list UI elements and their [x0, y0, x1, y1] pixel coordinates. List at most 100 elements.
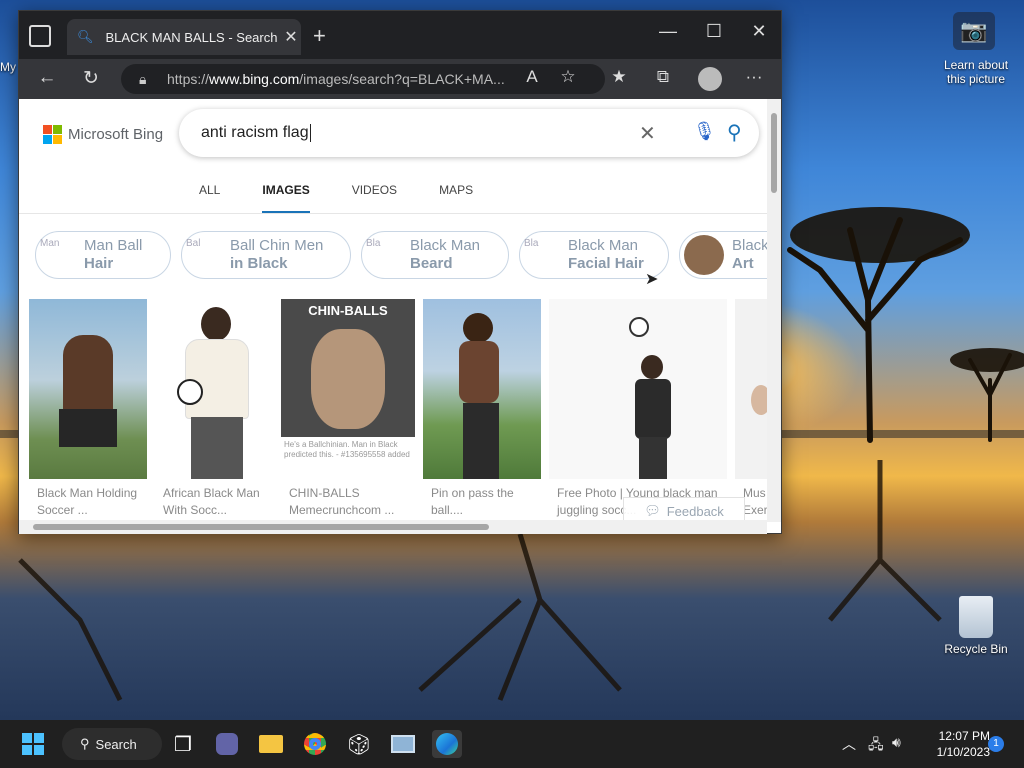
result-caption-line1: Mus [743, 486, 766, 500]
pill-line2: Beard [410, 255, 453, 272]
tab-title: BLACK MAN BALLS - Search Imag [105, 29, 281, 45]
desktop-icon-label-left[interactable]: My [0, 60, 16, 74]
search-scopes: ALL IMAGES VIDEOS MAPS [199, 183, 515, 214]
windows-start-icon[interactable] [18, 730, 48, 758]
image-result[interactable]: Mus Exer [735, 299, 767, 519]
task-view-icon[interactable]: ❐ [168, 730, 198, 758]
chrome-icon[interactable] [300, 730, 330, 758]
bing-logo-text: Microsoft Bing [68, 126, 164, 143]
clock-date: 1/10/2023 [936, 745, 990, 759]
microphone-icon[interactable]: 🎙︎ [693, 121, 716, 142]
clear-search-icon[interactable]: ✕ [639, 121, 656, 146]
image-result[interactable]: African Black Man With Socc... [155, 299, 279, 519]
pill-thumbnail: Bla [524, 238, 539, 249]
image-result[interactable]: Black Man Holding Soccer ... [29, 299, 147, 519]
search-icon: ⚲ [80, 736, 90, 751]
new-tab-icon[interactable]: + [313, 23, 326, 49]
taskbar-search-label: Search [95, 736, 137, 752]
lock-icon: 🔒︎ [139, 71, 147, 87]
meme-title: CHIN-BALLS [308, 303, 388, 318]
file-explorer-icon[interactable] [256, 730, 286, 758]
pill-thumbnail: Bal [186, 238, 201, 249]
volume-icon[interactable]: 🔊︎ [892, 734, 901, 751]
result-caption-line1: Black Man Holding [37, 486, 138, 500]
read-aloud-icon[interactable]: A [519, 67, 545, 87]
feedback-label: Feedback [666, 503, 724, 519]
result-caption-line2: Exer [743, 503, 767, 517]
pill-line1: Black [732, 237, 767, 254]
pill-line2: Hair [84, 255, 114, 272]
result-caption-line1: African Black Man [163, 486, 260, 500]
search-input[interactable]: anti racism flag [201, 124, 309, 142]
bing-page: Microsoft Bing anti racism flag ✕ 🎙︎ ⚲ A… [19, 99, 767, 522]
bing-logo[interactable]: Microsoft Bing [43, 125, 163, 144]
result-caption-line2: With Socc... [163, 503, 228, 517]
browser-tab-active[interactable]: 🔍︎ BLACK MAN BALLS - Search Imag ✕ [67, 19, 301, 55]
pill-thumbnail: Man [40, 238, 60, 249]
recycle-bin-label: Recycle Bin [944, 642, 1008, 656]
network-icon[interactable]: 🖧 [868, 734, 884, 758]
search-box[interactable]: anti racism flag ✕ 🎙︎ ⚲ [179, 109, 759, 157]
image-result[interactable]: Pin on pass the ball.... [423, 299, 541, 519]
more-options-icon[interactable]: ··· [741, 67, 767, 87]
scope-divider [19, 213, 767, 214]
notification-badge[interactable]: 1 [988, 736, 1004, 752]
pill-line1: Black Man [410, 237, 481, 254]
profile-avatar-icon[interactable] [698, 67, 722, 91]
minimize-icon[interactable]: — [645, 21, 691, 42]
chevron-up-icon[interactable]: ︿ [842, 734, 856, 754]
app-icon[interactable]: 🎲︎ [344, 730, 374, 758]
taskbar: ⚲ Search ❐ 🎲︎ ︿ 🖧 🔊︎ 12:07 PM 1/10/2023 1 [0, 720, 1024, 768]
result-thumbnail: CHIN-BALLS He's a Ballchinian. Man in Bl… [281, 299, 415, 479]
favorites-icon[interactable]: ★ [606, 67, 632, 87]
feedback-button[interactable]: 💬︎ Feedback [623, 497, 745, 522]
related-pill[interactable]: Black Art [679, 231, 767, 279]
microsoft-logo-icon [43, 125, 62, 144]
edge-icon[interactable] [432, 730, 462, 758]
pill-thumbnail [684, 235, 724, 275]
feedback-icon: 💬︎ [644, 503, 661, 518]
add-favorite-icon[interactable]: ☆ [555, 67, 581, 87]
scope-videos[interactable]: VIDEOS [352, 183, 397, 214]
related-pill[interactable]: Man Man Ball Hair [35, 231, 171, 279]
scope-all[interactable]: ALL [199, 183, 220, 214]
learn-about-picture-label[interactable]: Learn about this picture [935, 58, 1017, 86]
result-caption-line2: Soccer ... [37, 503, 88, 517]
related-pill[interactable]: Bal Ball Chin Men in Black [181, 231, 351, 279]
mouse-pointer-icon: ➤ [645, 271, 659, 288]
pill-line1: Ball Chin Men [230, 237, 324, 254]
close-tab-icon[interactable]: ✕ [281, 27, 301, 47]
refresh-icon[interactable]: ↻ [77, 67, 105, 90]
camera-icon[interactable]: 📷 [953, 12, 995, 50]
taskbar-search-button[interactable]: ⚲ Search [62, 728, 162, 760]
pill-line2: in Black [230, 255, 288, 272]
close-window-icon[interactable]: ✕ [736, 21, 782, 42]
result-thumbnail [155, 299, 279, 479]
pill-line1: Black Man [568, 237, 639, 254]
photos-icon[interactable] [388, 730, 418, 758]
vertical-scrollbar[interactable] [767, 99, 781, 522]
pill-thumbnail: Bla [366, 238, 381, 249]
url-prefix: https:// [167, 71, 210, 87]
tab-actions-icon[interactable] [29, 25, 51, 47]
pill-line2: Facial Hair [568, 255, 644, 272]
recycle-bin-icon [959, 596, 993, 638]
search-icon[interactable]: ⚲ [727, 120, 742, 145]
scope-maps[interactable]: MAPS [439, 183, 473, 214]
image-result[interactable]: CHIN-BALLS He's a Ballchinian. Man in Bl… [281, 299, 415, 519]
horizontal-scrollbar[interactable] [19, 520, 767, 534]
image-result[interactable]: Free Photo | Young black man juggling soc… [549, 299, 727, 519]
clock-time: 12:07 PM [938, 729, 990, 743]
title-bar: 🔍︎ BLACK MAN BALLS - Search Imag ✕ + — ☐… [19, 11, 781, 59]
result-thumbnail [735, 299, 767, 479]
related-pill[interactable]: Bla Black Man Beard [361, 231, 509, 279]
collections-icon[interactable]: ⧉ [650, 67, 676, 87]
recycle-bin-shortcut[interactable]: Recycle Bin [940, 596, 1012, 656]
result-caption-line1: CHIN-BALLS [289, 486, 360, 500]
back-arrow-icon[interactable]: ← [33, 67, 61, 89]
scope-images[interactable]: IMAGES [262, 183, 310, 214]
clock[interactable]: 12:07 PM 1/10/2023 [910, 728, 990, 760]
maximize-icon[interactable]: ☐ [691, 21, 737, 42]
teams-chat-icon[interactable] [212, 730, 242, 758]
url-host: www.bing.com [209, 71, 300, 87]
